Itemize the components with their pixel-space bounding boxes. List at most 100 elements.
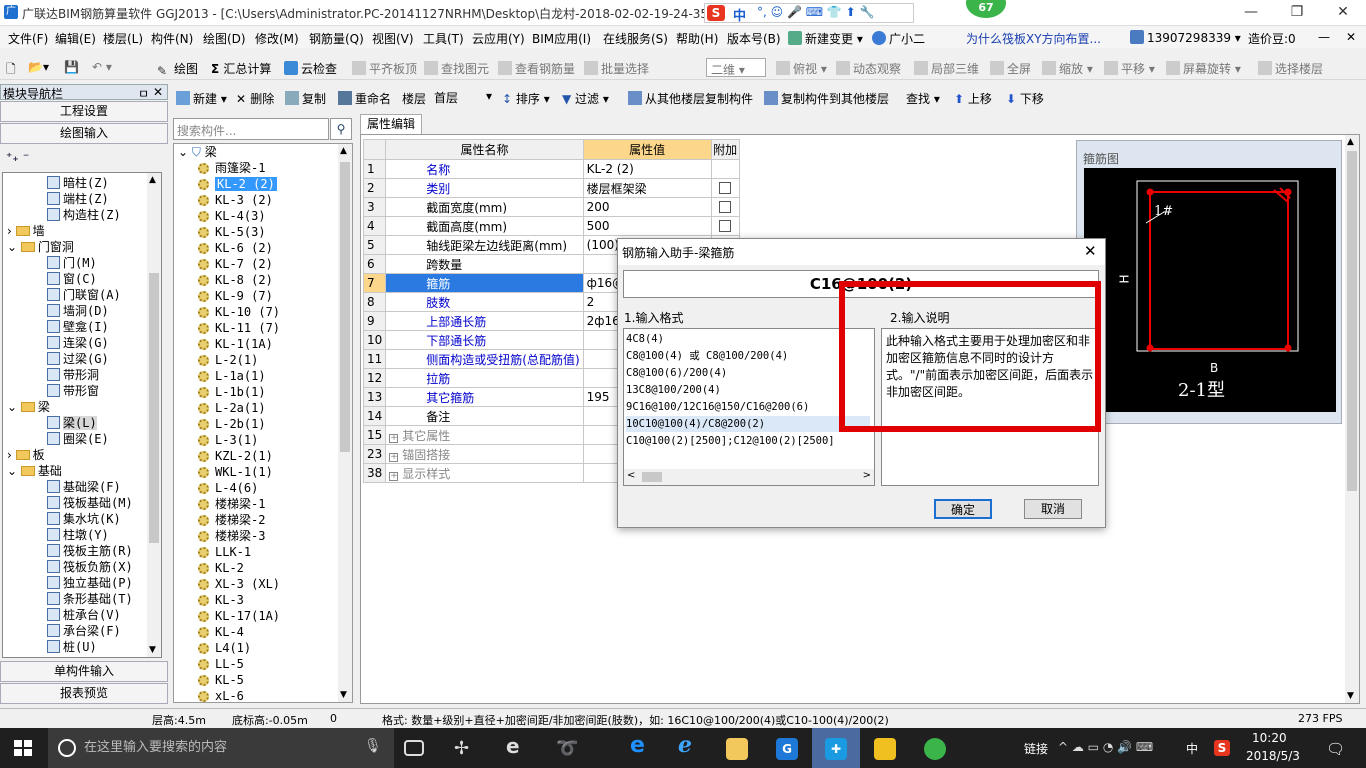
view-rebar-qty-button[interactable]: 查看钢筋量 [498,60,575,77]
component-item[interactable]: L-2a(1) [198,400,266,416]
nav-tree-item[interactable]: 筏板主筋(R) [47,543,133,559]
nav-tree-item[interactable]: 承台梁(F) [47,623,121,639]
menu-minimize-icon[interactable]: — [1318,30,1330,44]
component-item[interactable]: L4(1) [198,640,251,656]
component-item[interactable]: L-1b(1) [198,384,266,400]
nav-scroll-thumb[interactable] [149,273,159,543]
task-view-icon[interactable] [404,740,424,756]
menu-close-icon[interactable]: ✕ [1346,30,1356,44]
menu-rebar-qty[interactable]: 钢筋量(Q) [309,30,364,47]
component-item[interactable]: KL-2 (2) [198,176,277,192]
extra-checkbox[interactable] [719,182,732,194]
menu-bim[interactable]: BIM应用(I) [532,30,591,47]
view-mode-select[interactable]: 二维 ▾ [706,58,766,77]
action-center-icon[interactable]: 🗨 [1326,740,1345,758]
extra-checkbox[interactable] [719,220,732,232]
nav-tree-item[interactable]: 基础梁(F) [47,479,121,495]
find-button[interactable]: 查找 ▾ [906,90,940,107]
format-item[interactable]: C8@100(6)/200(4) [626,365,727,381]
delete-button[interactable]: ✕ 删除 [236,90,274,107]
ie-icon[interactable]: e [506,734,528,758]
active-app-highlight[interactable]: ✚ [812,728,860,768]
hscroll-left-icon[interactable]: < [627,470,635,481]
project-settings-button[interactable]: 工程设置 [0,101,168,122]
collapse-icon[interactable]: ⌄ [7,464,21,478]
cloud-check-button[interactable]: 云检查 [284,60,337,77]
format-list-hscroll[interactable]: < > [624,469,874,485]
screen-rotate-button[interactable]: 屏幕旋转 ▾ [1166,60,1241,77]
collapse-icon[interactable]: ⌄ [178,145,192,159]
component-item[interactable]: KL-8 (2) [198,272,273,288]
select-floor-button[interactable]: 选择楼层 [1258,60,1323,77]
menu-help[interactable]: 帮助(H) [676,30,718,47]
component-item[interactable]: 楼梯梁-1 [198,496,265,512]
component-item[interactable]: 楼梯梁-2 [198,512,265,528]
top-view-button[interactable]: 俯视 ▾ [776,60,827,77]
nav-tree-item[interactable]: › 板 [7,447,45,463]
local-3d-button[interactable]: 局部三维 [914,60,979,77]
swirl-app-icon[interactable]: ➰ [556,738,578,760]
nav-tree-item[interactable]: 连梁(G) [47,335,109,351]
ggj-app-icon[interactable]: ✚ [825,738,847,760]
hscroll-right-icon[interactable]: > [863,470,871,481]
component-item[interactable]: KL-5 [198,672,244,688]
tray-ime[interactable]: 中 [1186,740,1198,757]
zoom-button[interactable]: 缩放 ▾ [1042,60,1093,77]
expand-plus-icon[interactable]: + [389,471,399,481]
component-item[interactable]: L-1a(1) [198,368,266,384]
nav-tree-item[interactable]: ⌄ 门窗洞 [7,239,74,255]
nav-tree-item[interactable]: 门联窗(A) [47,287,121,303]
comp-scroll-up-icon[interactable]: ▲ [340,146,347,156]
maximize-button[interactable]: ❐ [1274,0,1320,26]
component-item[interactable]: L-4(6) [198,480,258,496]
format-item[interactable]: 13C8@100/200(4) [626,382,721,398]
notification-badge[interactable]: 67 [964,0,1008,20]
menu-draw[interactable]: 绘图(D) [203,30,246,47]
flat-top-button[interactable]: 平齐板顶 [352,60,417,77]
comp-scroll-down-icon[interactable]: ▼ [340,690,347,700]
extra-checkbox[interactable] [719,201,732,213]
property-row[interactable]: 1 名称 KL-2 (2) [362,159,740,179]
component-item[interactable]: L-2(1) [198,352,258,368]
expand-icon[interactable]: › [7,224,16,238]
component-item[interactable]: KL-11 (7) [198,320,280,336]
edge-icon[interactable]: e [630,733,652,758]
dynamic-view-button[interactable]: 动态观察 [836,60,901,77]
fullscreen-button[interactable]: 全屏 [990,60,1031,77]
collapse-icon[interactable]: ⌄ [7,400,21,414]
component-item[interactable]: KL-5(3) [198,224,266,240]
format-item[interactable]: 4C8(4) [626,331,664,347]
nav-tree-item[interactable]: 桩承台(V) [47,607,121,623]
format-item[interactable]: 9C16@100/12C16@150/C16@200(6) [626,399,809,415]
property-value[interactable]: 楼层框架梁 [582,178,712,198]
microphone-icon[interactable]: 🎙 [364,738,382,754]
new-component-button[interactable]: 新建 ▾ [176,90,227,107]
nav-tree-item[interactable]: 圈梁(E) [47,431,109,447]
scroll-down-icon[interactable]: ▼ [149,645,156,655]
menu-component[interactable]: 构件(N) [151,30,193,47]
property-value[interactable]: KL-2 (2) [582,159,712,179]
close-button[interactable]: ✕ [1320,0,1366,26]
nav-tree-item[interactable]: 梁(L) [47,415,97,431]
nav-tree-item[interactable]: 筏板基础(M) [47,495,133,511]
nav-tree-item[interactable]: 过梁(G) [47,351,109,367]
copy-button[interactable]: 复制 [285,90,326,107]
menu-version[interactable]: 版本号(B) [727,30,781,47]
nav-tree-item[interactable]: 集水坑(K) [47,511,121,527]
nav-tree-item[interactable]: 条形基础(T) [47,591,133,607]
property-scrollbar[interactable]: ▲ ▼ [1345,135,1359,703]
tray-sogou-icon[interactable]: S [1214,740,1230,756]
sogou-ime-bar[interactable]: S 中 °, ☺ 🎤 ⌨ 👕 ⬆ 🔧 [704,3,914,24]
nav-tree-item[interactable]: 构造柱(Z) [47,207,121,223]
taskbar-search-input[interactable]: 在这里输入要搜索的内容 [48,728,394,768]
component-item[interactable]: LLK-1 [198,544,251,560]
component-item[interactable]: L-3(1) [198,432,258,448]
pan-button[interactable]: 平移 ▾ [1104,60,1155,77]
property-row[interactable]: 2 类别 楼层框架梁 [362,178,740,198]
menu-tools[interactable]: 工具(T) [423,30,464,47]
windows-start-icon[interactable] [14,740,32,756]
prop-scroll-down-icon[interactable]: ▼ [1347,691,1354,701]
component-item[interactable]: KZL-2(1) [198,448,273,464]
component-item[interactable]: 雨篷梁-1 [198,160,265,176]
nav-tree-item[interactable]: ⌄ 基础 [7,463,62,479]
